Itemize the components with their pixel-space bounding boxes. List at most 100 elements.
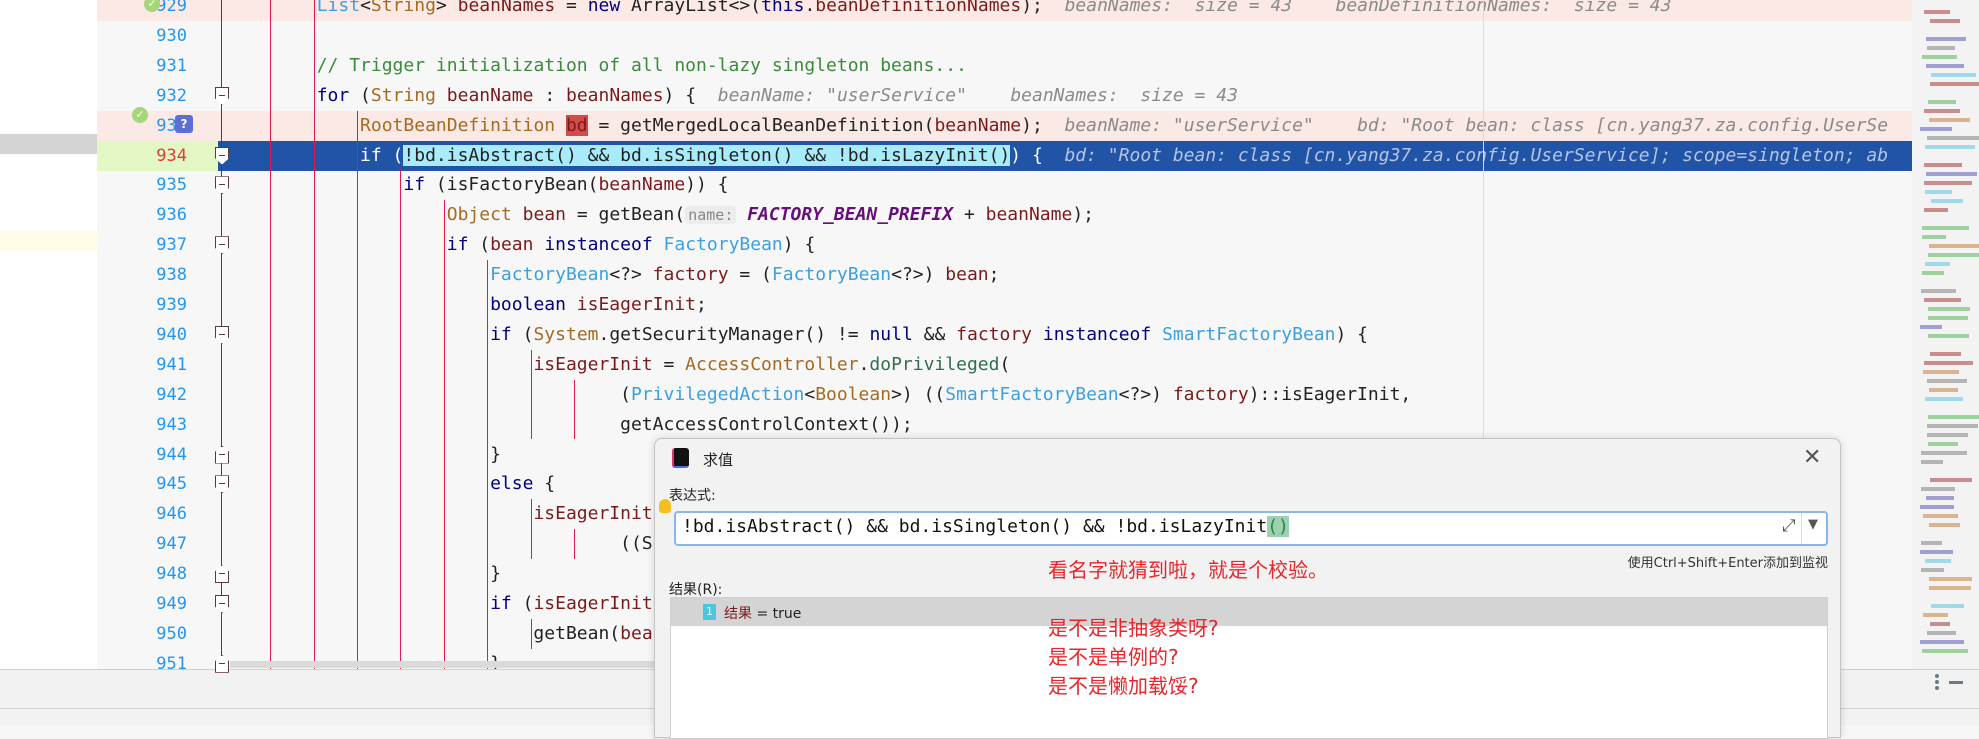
minimap-mark (1927, 136, 1979, 140)
minimap-mark (1930, 82, 1979, 86)
minimap-mark (1929, 244, 1979, 248)
code-line[interactable]: 938 FactoryBean<?> factory = (FactoryBea… (97, 260, 1912, 290)
result-row[interactable]: 1 结果 = true (671, 598, 1827, 626)
code-line[interactable]: 931 // Trigger initialization of all non… (97, 51, 1912, 81)
inline-debug-value: bd: "Root bean: class [cn.yang37.za.conf… (1042, 144, 1889, 166)
line-number[interactable]: 930 (97, 21, 187, 51)
minimap-mark (1925, 262, 1950, 266)
minimap-mark (1930, 478, 1972, 482)
code-line[interactable]: 936 Object bean = getBean(name: FACTORY_… (97, 200, 1912, 230)
line-number[interactable]: 934 (97, 141, 187, 171)
minimap-mark (1926, 172, 1977, 176)
code-line[interactable]: 943 getAccessControlContext()); (97, 410, 1912, 440)
line-number[interactable]: 932 (97, 81, 187, 111)
code-text: Object bean = getBean(name: FACTORY_BEAN… (230, 200, 1094, 230)
code-line[interactable]: 932 for (String beanName : beanNames) { … (97, 81, 1912, 111)
minimap-mark (1920, 505, 1954, 509)
code-token: AccessController (685, 353, 859, 375)
help-icon[interactable]: ? (175, 114, 193, 133)
line-number[interactable]: 939 (97, 290, 187, 320)
bulb-icon[interactable] (659, 499, 671, 513)
line-number[interactable]: 937 (97, 230, 187, 260)
code-token: FactoryBean (663, 234, 783, 256)
line-number[interactable]: 931 (97, 51, 187, 81)
code-text: // Trigger initialization of all non-laz… (230, 51, 967, 81)
more-options-icon[interactable] (1935, 674, 1939, 690)
line-number[interactable]: 941 (97, 350, 187, 380)
expression-input[interactable]: !bd.isAbstract() && bd.isSingleton() && … (674, 511, 1828, 546)
primitive-value-icon: 1 (703, 604, 716, 620)
close-icon[interactable]: ✕ (1803, 445, 1821, 470)
code-line[interactable]: 941 isEagerInit = AccessController.doPri… (97, 350, 1912, 380)
code-line[interactable]: 933 ✓? RootBeanDefinition bd = getMergedL… (97, 106, 1912, 141)
line-number[interactable]: 929 (97, 0, 187, 21)
line-number[interactable]: 947 (97, 529, 187, 559)
minimap-mark (1922, 235, 1946, 239)
code-token: = getMergedLocalBeanDefinition( (587, 114, 935, 136)
minimap-mark (1927, 631, 1956, 635)
line-number[interactable]: 935 (97, 170, 187, 200)
code-line[interactable]: 939 boolean isEagerInit; (97, 290, 1912, 320)
line-number[interactable]: 940 (97, 320, 187, 350)
history-dropdown-arrow-icon[interactable]: ▼ (1808, 517, 1818, 532)
code-token: ); (1021, 0, 1043, 16)
line-number[interactable]: 944 (97, 440, 187, 470)
result-tree[interactable]: 1 结果 = true (670, 597, 1828, 739)
line-number[interactable]: 945 (97, 469, 187, 499)
indent-guide (487, 260, 489, 669)
minimap-mark (1928, 100, 1956, 104)
code-line[interactable]: 930 (97, 21, 1912, 51)
inline-debug-value: beanNames: size = 43 beanDefinitionNames… (1042, 0, 1672, 16)
line-number[interactable]: 948 (97, 559, 187, 589)
line-number[interactable]: 936 (97, 200, 187, 230)
code-line[interactable]: 935 if (isFactoryBean(beanName)) { (97, 170, 1912, 200)
code-line[interactable]: 937 if (bean instanceof FactoryBean) { (97, 230, 1912, 260)
annotation-2: 是不是非抽象类呀? (1048, 616, 1219, 640)
code-text: List<String> beanNames = new ArrayList<>… (230, 0, 1672, 21)
minimap-mark (1929, 523, 1960, 527)
horizontal-scrollbar[interactable] (230, 661, 655, 668)
code-line[interactable]: 929 ✓ List<String> beanNames = new ArrayL… (97, 0, 1912, 21)
minimap-mark (1930, 19, 1960, 23)
code-text: boolean isEagerInit; (230, 290, 707, 320)
code-line[interactable]: 934 if (!bd.isAbstract() && bd.isSinglet… (97, 140, 1912, 171)
minimap-mark (1928, 442, 1958, 446)
line-number[interactable]: 942 (97, 380, 187, 410)
line-number[interactable]: 946 (97, 499, 187, 529)
code-token: >) (( (891, 383, 946, 405)
expression-text: !bd.isAbstract() && bd.isSingleton() && … (682, 516, 1268, 537)
result-name: 结果 (724, 606, 752, 622)
code-token: ( (468, 234, 491, 256)
line-number[interactable]: 949 (97, 589, 187, 619)
code-token: List (316, 0, 361, 16)
code-text: if (isFactoryBean(beanName)) { (230, 170, 728, 200)
minimap-mark (1922, 649, 1968, 653)
indent-guide (530, 499, 532, 560)
code-token: isEagerInit (533, 353, 653, 375)
expand-icon[interactable]: ⤢ (1782, 516, 1796, 536)
code-token: = (652, 353, 686, 375)
code-line[interactable]: 940 if (System.getSecurityManager() != n… (97, 320, 1912, 350)
code-token: bean (490, 234, 534, 256)
code-line[interactable]: 942 (PrivilegedAction<Boolean>) ((SmartF… (97, 380, 1912, 410)
code-token: if (446, 234, 469, 256)
check-icon[interactable]: ✓ (132, 106, 148, 123)
indent-guide (400, 170, 402, 669)
code-token: : (533, 84, 566, 106)
line-number[interactable]: 943 (97, 410, 187, 440)
minimize-icon[interactable] (1949, 681, 1963, 684)
code-token: ; (696, 294, 707, 315)
code-token: (isFactoryBean( (425, 174, 599, 196)
code-token: && (912, 323, 957, 345)
line-number[interactable]: 950 (97, 619, 187, 649)
minimap[interactable] (1912, 0, 1979, 669)
line-number[interactable]: 938 (97, 260, 187, 290)
project-panel-selected-row[interactable] (0, 134, 97, 154)
minimap-mark (1928, 307, 1970, 311)
indent-guide (530, 618, 532, 649)
